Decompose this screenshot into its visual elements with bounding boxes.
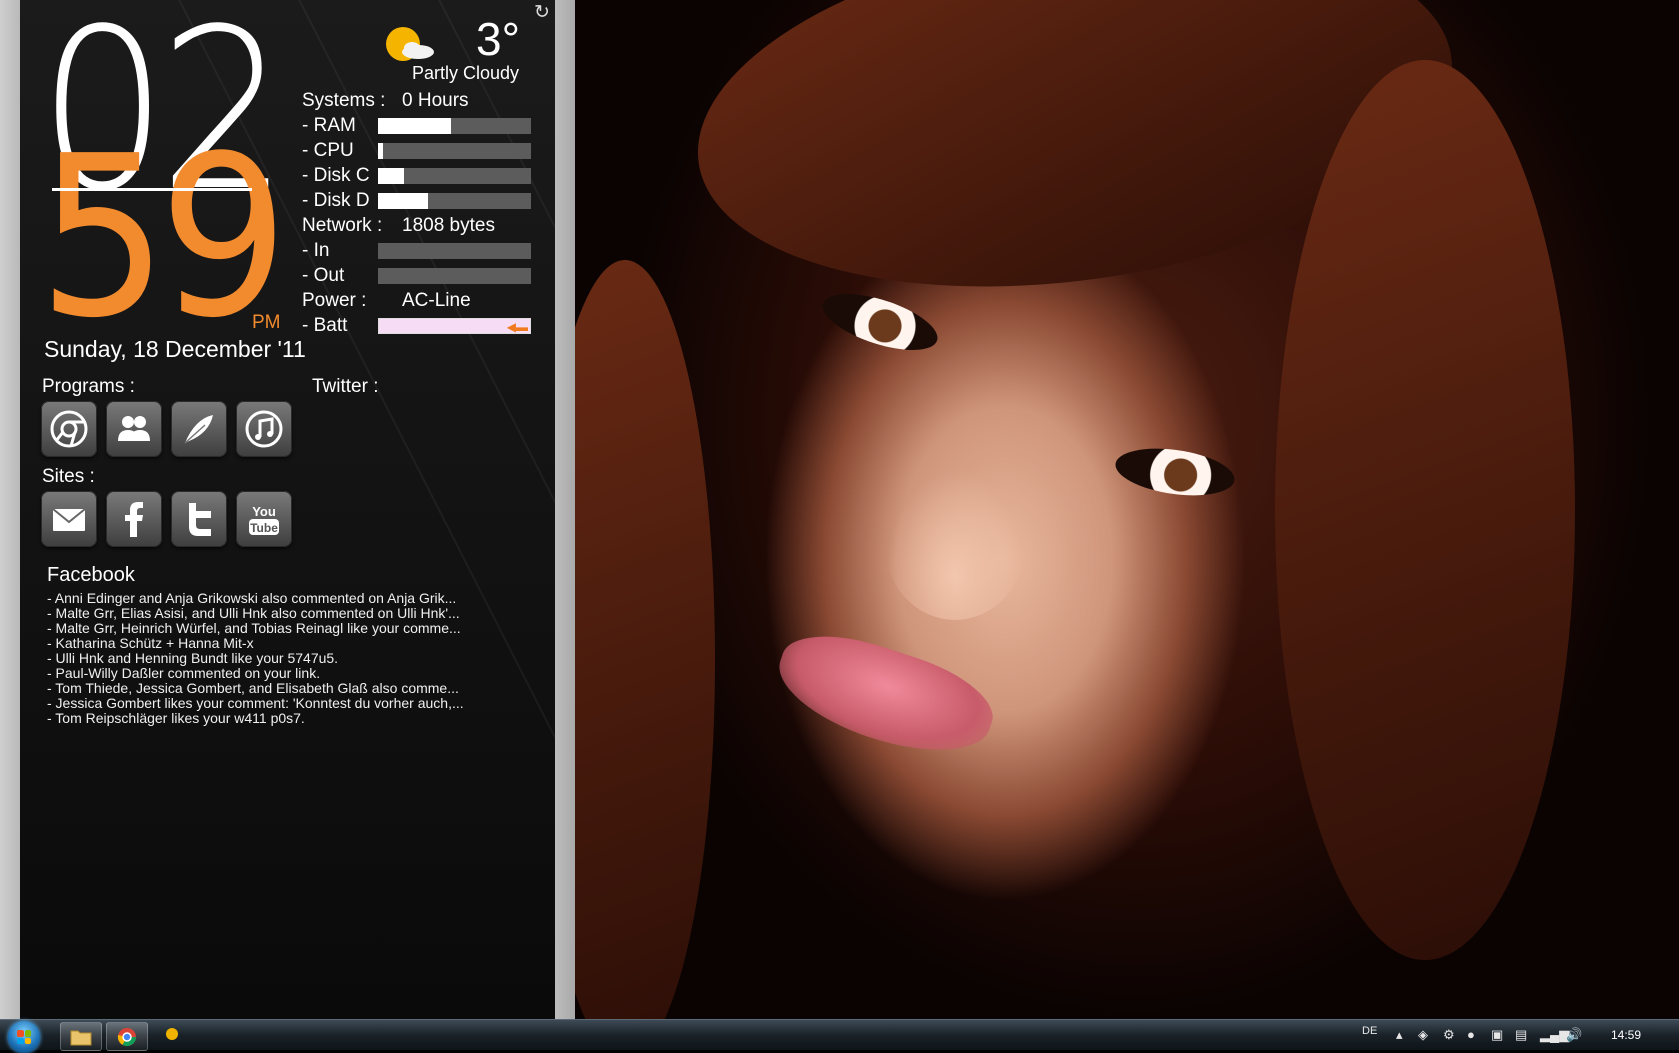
facebook-feed-item[interactable]: - Anni Edinger and Anja Grikowski also c… [47,591,537,606]
eye [816,282,944,362]
steam-icon[interactable]: ⚙ [1443,1027,1455,1043]
chrome-launcher-button[interactable] [41,401,97,457]
mail-icon [52,508,86,531]
start-button[interactable] [8,1021,40,1053]
uptime-label: Systems : [302,90,386,111]
nose [885,470,1025,620]
tray-clock[interactable]: 14:59 [1611,1028,1641,1042]
facebook-feed-title: Facebook [47,564,135,586]
dropbox-icon[interactable]: ◈ [1418,1027,1428,1043]
feather-launcher-button[interactable] [171,401,227,457]
facebook-feed-item[interactable]: - Paul-Willy Daßler commented on your li… [47,666,537,681]
cpu-bar [378,143,531,159]
facebook-feed-item[interactable]: - Malte Grr, Heinrich Würfel, and Tobias… [47,621,537,636]
sites-title: Sites : [42,466,95,487]
network-signal-icon[interactable]: ▂▄▆ [1540,1027,1569,1043]
mail-site-button[interactable] [41,491,97,547]
diskd-bar [378,193,531,209]
windows-logo-icon [17,1030,31,1044]
cpu-label: - CPU [302,140,354,161]
clock-divider [52,188,252,191]
cpu-bar-fill [378,143,383,159]
sun-cloud-icon [384,26,436,62]
action-center-icon[interactable]: ▤ [1515,1027,1527,1043]
facebook-feed-list: - Anni Edinger and Anja Grikowski also c… [47,591,537,726]
diskc-bar [378,168,531,184]
battery-bar: ◀▬ [378,318,531,334]
language-indicator[interactable]: DE [1362,1025,1377,1037]
facebook-feed-item[interactable]: - Jessica Gombert likes your comment: 'K… [47,696,537,711]
contacts-icon [118,416,150,441]
programs-title: Programs : [42,376,135,397]
twitter-icon [189,503,211,536]
power-value: AC-Line [402,290,471,311]
show-hidden-icons-icon[interactable]: ▴ [1396,1027,1403,1043]
panel-edge [555,0,575,1019]
network-label: Network : [302,215,383,236]
net-in-bar [378,243,531,259]
diskc-bar-fill [378,168,404,184]
desktop-edge-strip [0,0,20,1019]
facebook-site-button[interactable] [106,491,162,547]
network-value: 1808 bytes [402,215,495,236]
net-out-label: - Out [302,265,345,286]
diskc-label: - Disk C [302,165,370,186]
battery-label: - Batt [302,315,348,336]
svg-text:You: You [252,504,276,519]
vlc-icon[interactable] [166,1028,178,1040]
clock-date: Sunday, 18 December '11 [44,336,306,362]
facebook-feed-item[interactable]: - Katharina Schütz + Hanna Mit-x [47,636,537,651]
security-icon[interactable]: ● [1467,1027,1475,1042]
weather-temperature: 3° [476,13,520,65]
twitter-title: Twitter : [312,376,379,397]
contacts-launcher-button[interactable] [106,401,162,457]
facebook-feed-item[interactable]: - Ulli Hnk and Henning Bundt like your 5… [47,651,537,666]
facebook-feed-item[interactable]: - Tom Thiede, Jessica Gombert, and Elisa… [47,681,537,696]
chrome-icon [117,1027,136,1046]
lips [766,618,1004,772]
facebook-icon [125,502,143,537]
facebook-feed-item[interactable]: - Tom Reipschläger likes your w411 p0s7. [47,711,537,726]
device-icon[interactable]: ▣ [1491,1027,1503,1043]
facebook-feed-item[interactable]: - Malte Grr, Elias Asisi, and Ulli Hnk a… [47,606,537,621]
ram-bar-fill [378,118,452,134]
feather-icon [184,415,213,444]
itunes-launcher-button[interactable] [236,401,292,457]
clock-minutes: 59 [38,109,289,367]
diskd-label: - Disk D [302,190,370,211]
ram-label: - RAM [302,115,356,136]
eye [1112,441,1238,503]
itunes-icon [245,410,283,448]
ram-bar [378,118,531,134]
net-in-label: - In [302,240,330,261]
diskd-bar-fill [378,193,429,209]
chrome-taskbar-button[interactable] [106,1022,148,1051]
power-label: Power : [302,290,367,311]
wallpaper-portrait [575,0,1679,1019]
hair-shape [1275,60,1575,960]
uptime-value: 0 Hours [402,90,469,111]
twitter-site-button[interactable] [171,491,227,547]
volume-icon[interactable]: 🔊 [1566,1027,1582,1043]
folder-icon [70,1030,92,1045]
net-out-bar [378,268,531,284]
explorer-taskbar-button[interactable] [60,1022,102,1051]
chrome-icon [50,410,88,448]
youtube-site-button[interactable]: You Tube [236,491,292,547]
clock-ampm: PM [252,312,281,333]
youtube-icon: You Tube [249,504,279,535]
plug-icon: ◀▬ [506,320,528,334]
weather-condition: Partly Cloudy [412,63,520,83]
svg-text:Tube: Tube [250,521,278,535]
hair-shape [575,260,715,1019]
refresh-icon[interactable]: ↻ [534,1,550,24]
